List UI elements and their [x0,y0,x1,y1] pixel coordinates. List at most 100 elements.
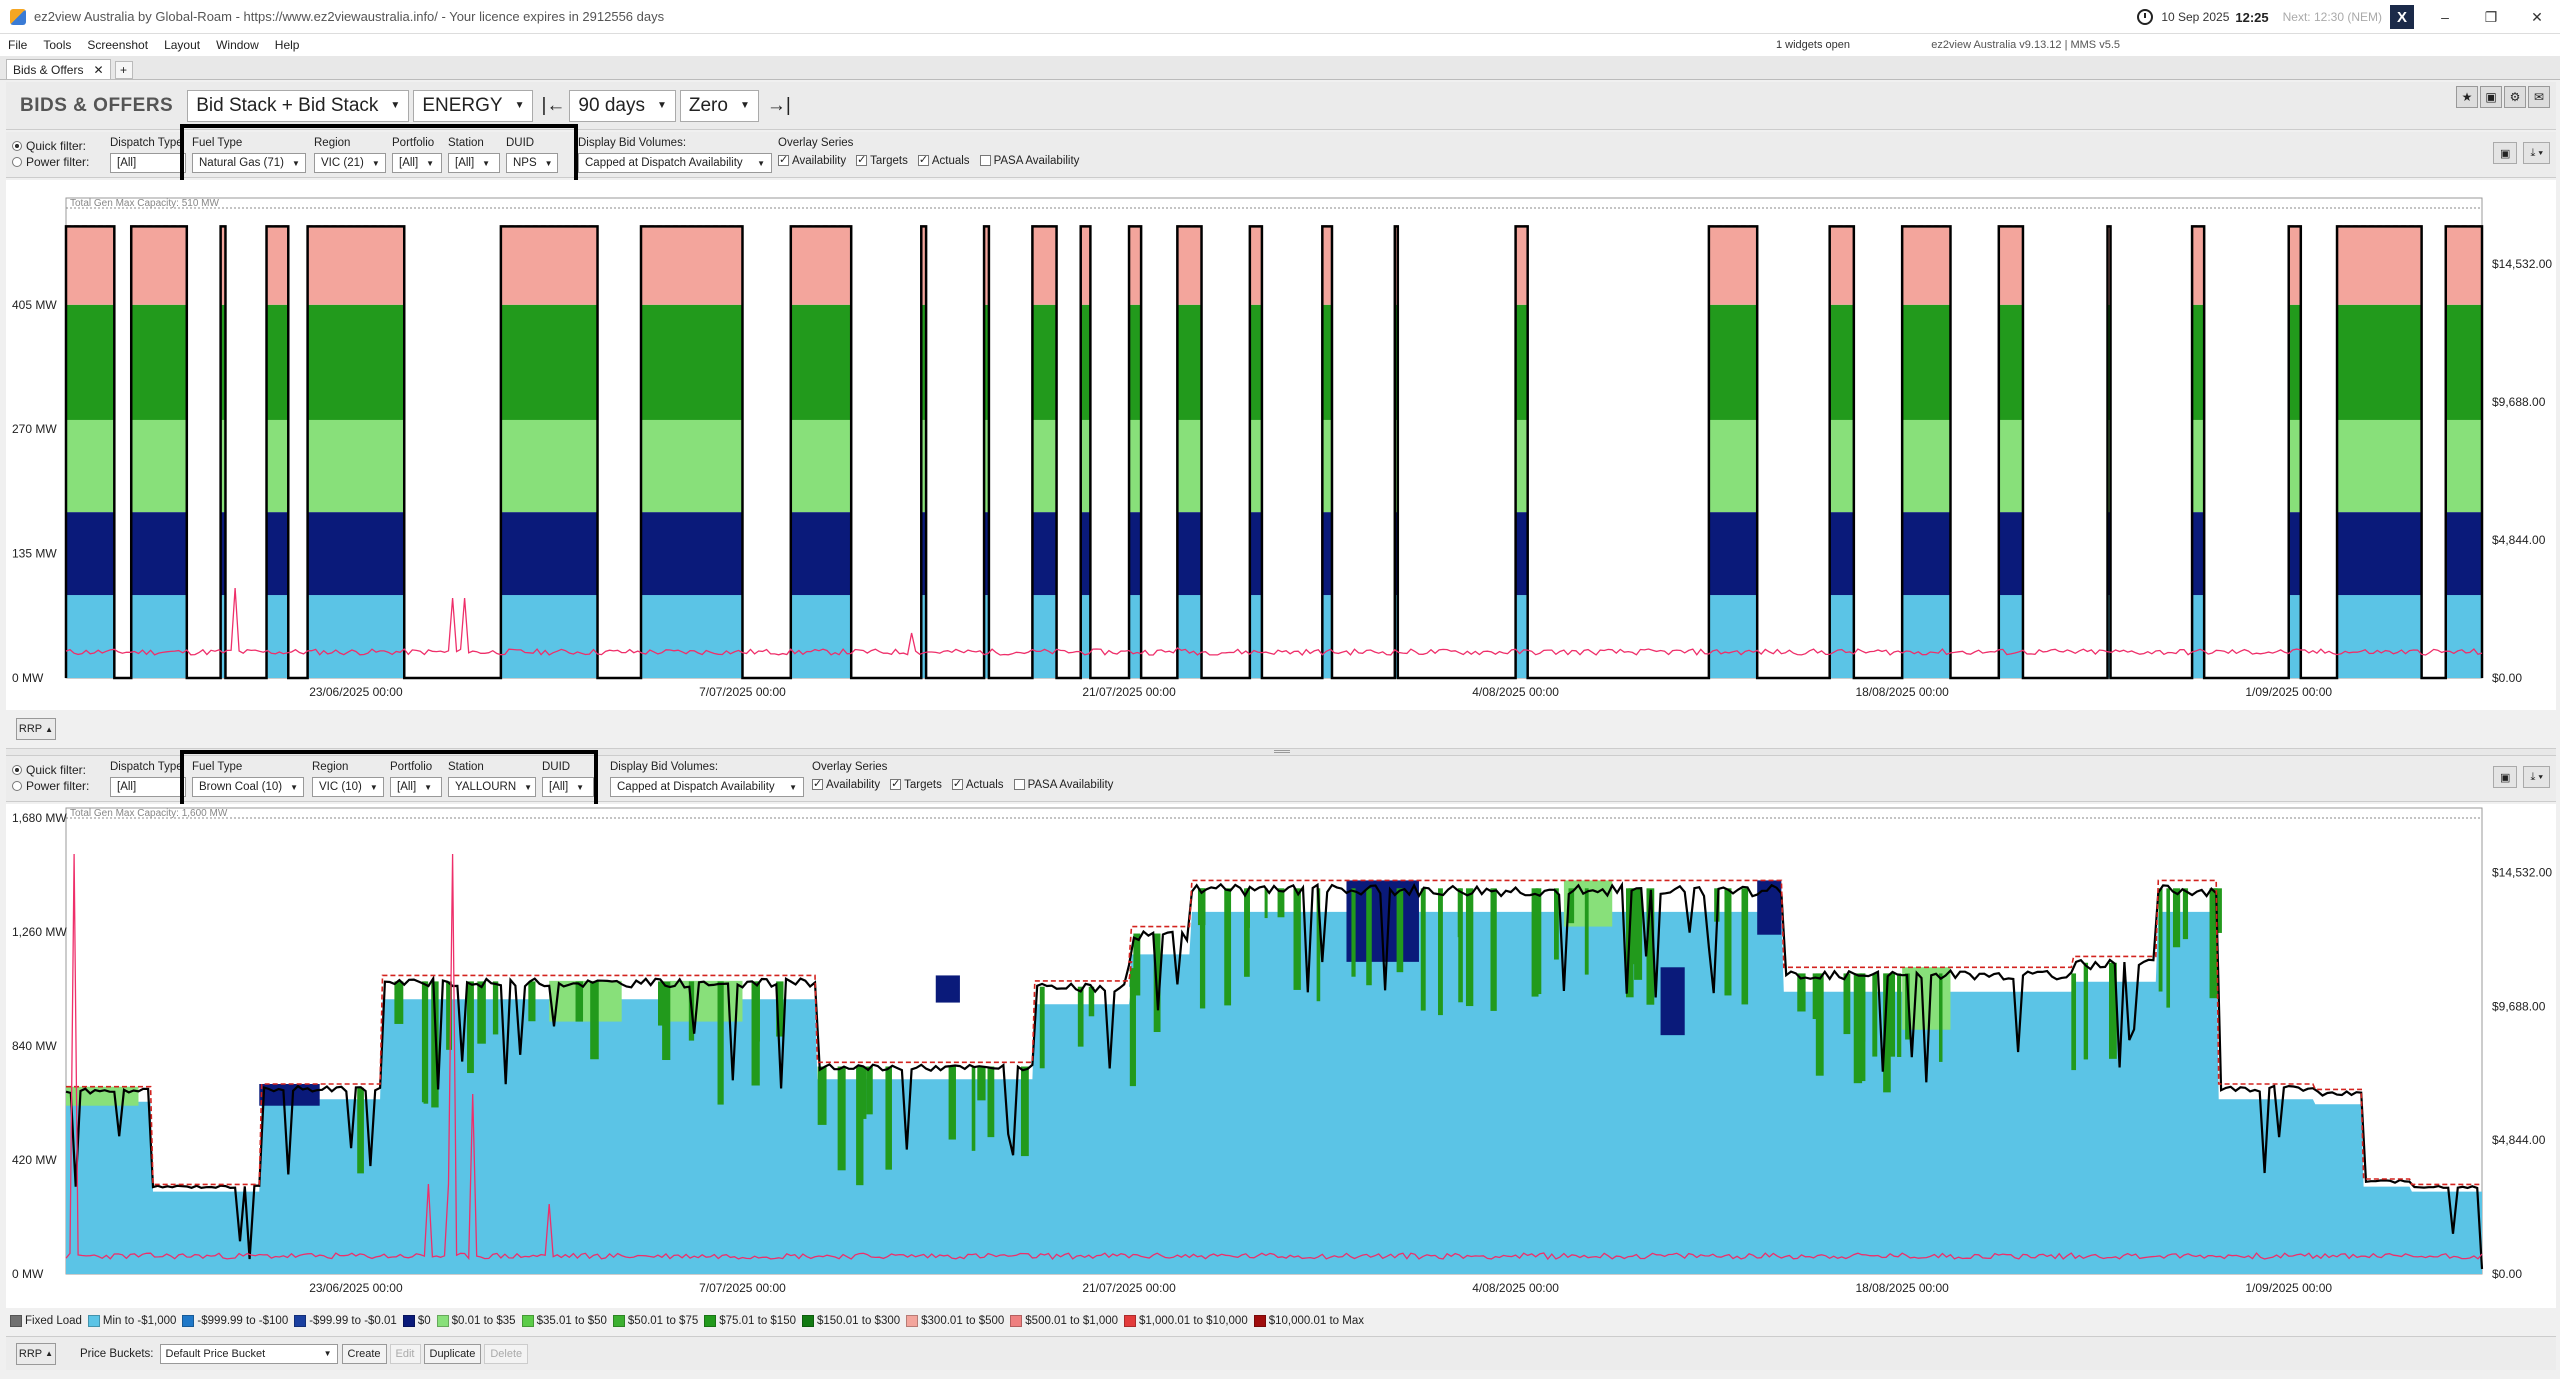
capacity-label: Total Gen Max Capacity: 510 MW [70,198,220,209]
dispatch-type-select[interactable]: [All] [110,777,186,797]
settings-icon[interactable]: ⚙ [2504,86,2526,108]
quick-filter-radio[interactable]: Quick filter: [12,762,89,778]
quick-filter-label: Quick filter: [26,139,87,153]
dispatch-type-select[interactable]: [All] [110,153,186,173]
power-filter-radio[interactable]: Power filter: [12,154,89,170]
bid-band-bar [1741,888,1749,1005]
bid-band-bar [307,304,405,420]
actuals-checkbox[interactable]: Actuals [951,777,1004,791]
bid-band-bar [1584,888,1589,975]
create-button[interactable]: Create [341,1343,387,1364]
export-icon[interactable]: ⤓ ▾ [2523,142,2550,164]
bid-band-bar [751,981,760,1086]
check-icon [856,153,868,166]
pasa-availability-label: PASA Availability [1027,779,1114,791]
bid-band-bar [2158,888,2163,992]
display-bid-volumes-select[interactable]: Capped at Dispatch Availability ▼ [610,777,804,797]
price-bucket-select[interactable]: Default Price Bucket ▼ [159,1343,338,1364]
camera-icon[interactable]: ▣ [2493,142,2518,164]
tab-close-icon[interactable]: ✕ [93,63,103,77]
bid-band-bar [1032,226,1057,305]
tab-bids-offers[interactable]: Bids & Offers ✕ [6,59,111,79]
bid-band-bar [1249,512,1262,596]
menu-bar: File Tools Screenshot Layout Window Help… [0,34,2560,56]
targets-checkbox[interactable]: Targets [890,777,942,791]
bid-band-bar [266,226,289,305]
quick-filter-radio[interactable]: Quick filter: [12,138,89,154]
maximize-button[interactable]: ❐ [2468,0,2514,34]
bid-band-bar [1277,888,1285,918]
pasa-availability-checkbox[interactable]: PASA Availability [1013,779,1114,791]
legend-label: $0.01 to $35 [451,1315,516,1327]
bid-band-bar [885,1066,892,1170]
period-dropdown[interactable]: 90 days ▼ [569,89,676,122]
bid-band-bar [1998,304,2023,420]
y2-tick-label: $14,532.00 [2492,865,2552,879]
power-filter-label: Power filter: [26,155,90,169]
menu-tools[interactable]: Tools [35,38,79,52]
actuals-checkbox[interactable]: Actuals [917,153,970,167]
bid-band-bar [1829,304,1854,420]
pasa-availability-checkbox[interactable]: PASA Availability [979,155,1079,167]
legend-label: $50.01 to $75 [627,1315,699,1327]
price-buckets-label: Price Buckets: [80,1347,154,1360]
power-filter-radio[interactable]: Power filter: [12,778,89,794]
edit-button[interactable]: Edit [389,1343,421,1364]
legend-swatch [87,1315,100,1327]
bid-band-bar [66,304,115,420]
rrp-button[interactable]: RRP ▲ [16,718,56,740]
bid-band-bar [1998,595,2023,678]
bid-band-bar [1032,512,1057,596]
duplicate-button[interactable]: Duplicate [423,1343,482,1364]
star-icon[interactable]: ★ [2456,86,2478,108]
bid-band-bar [1088,986,1095,1017]
bid-band-bar [2288,595,2301,678]
display-bid-volumes-select[interactable]: Capped at Dispatch Availability ▼ [578,153,772,173]
bid-band-bar [790,226,852,305]
legend-swatch [802,1315,814,1327]
jump-start-button[interactable]: |← [541,95,565,117]
bid-band-bar [935,975,960,1003]
camera-icon[interactable]: ▣ [2493,766,2518,788]
minimize-button[interactable]: – [2422,0,2468,34]
targets-checkbox[interactable]: Targets [856,153,908,167]
bid-band-bar [1708,304,1758,420]
bid-band-bar [500,512,598,596]
menu-screenshot[interactable]: Screenshot [79,38,156,52]
close-button[interactable]: ✕ [2514,0,2560,34]
bid-band-bar [2192,512,2205,596]
bid-band-bar [307,512,405,596]
menu-help[interactable]: Help [267,38,308,52]
chevron-down-icon: ▼ [323,1349,332,1358]
menu-window[interactable]: Window [208,38,267,52]
availability-checkbox[interactable]: Availability [778,153,846,167]
x-logo-icon[interactable]: X [2390,5,2414,29]
delete-button[interactable]: Delete [484,1343,529,1364]
baseline-dropdown[interactable]: Zero ▼ [679,89,759,122]
menu-file[interactable]: File [0,38,35,52]
bid-band-bar [2337,512,2422,596]
availability-checkbox[interactable]: Availability [812,777,880,791]
jump-end-button[interactable]: →| [767,95,791,117]
bid-band-bar [423,981,429,1104]
bid-band-bar [1039,986,1045,1069]
menu-layout[interactable]: Layout [156,38,208,52]
bid-band-bar [1249,595,1262,678]
clock-icon [2137,9,2154,25]
radio-off-icon [12,781,22,791]
camera-icon[interactable]: ▣ [2480,86,2502,108]
market-dropdown[interactable]: ENERGY ▼ [413,89,534,122]
overlay-series-label: Overlay Series [778,137,854,149]
view-mode-dropdown[interactable]: Bid Stack + Bid Stack ▼ [187,89,410,122]
chevron-down-icon: ▼ [757,158,765,168]
export-icon[interactable]: ⤓ ▾ [2523,766,2550,788]
comment-icon[interactable]: ✉ [2528,86,2550,108]
add-tab-button[interactable]: + [114,61,133,79]
top-bid-stack-chart[interactable]: Total Gen Max Capacity: 510 MW 0 MW 135 MW… [6,180,2556,710]
bid-band-bar [1634,888,1643,980]
bottom-bid-stack-chart[interactable]: Total Gen Max Capacity: 1,600 MW 0 MW 420 … [6,804,2556,1308]
bid-band-bar [66,595,115,678]
next-dispatch-text: Next: 12:30 (NEM) [2282,10,2382,24]
bid-band-bar [1322,226,1332,305]
rrp-button[interactable]: RRP ▲ [16,1342,56,1365]
